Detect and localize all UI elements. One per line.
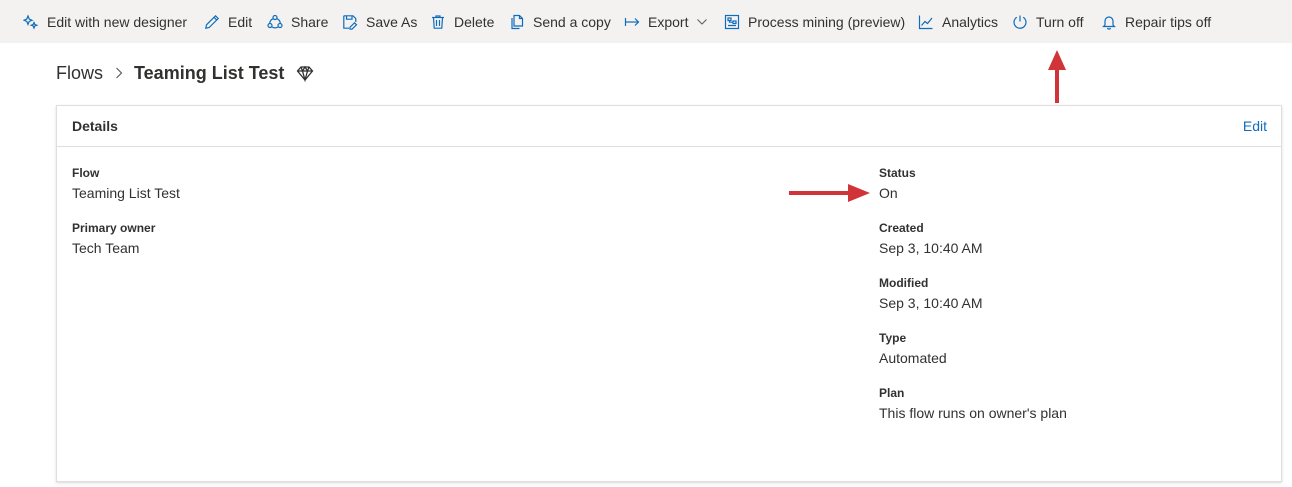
details-title: Details	[72, 118, 118, 134]
repair-tips-off-button[interactable]: Repair tips off	[1101, 0, 1211, 43]
trash-icon	[432, 14, 444, 29]
turn-off-button[interactable]: Turn off	[1012, 0, 1083, 43]
plan-value: This flow runs on owner's plan	[879, 405, 1067, 421]
analytics-label: Analytics	[942, 13, 999, 30]
save-as-icon	[343, 14, 358, 30]
process-mining-button[interactable]: Process mining (preview)	[724, 0, 905, 43]
annotation-arrow-up	[1048, 50, 1066, 103]
edit-with-new-designer-label: Edit with new designer	[47, 13, 188, 30]
save-as-button[interactable]: Save As	[342, 0, 417, 43]
page-title: Teaming List Test	[134, 62, 285, 83]
share-people-icon	[267, 14, 283, 28]
chevron-right-icon	[116, 67, 123, 79]
modified-value: Sep 3, 10:40 AM	[879, 295, 983, 311]
created-label: Created	[879, 221, 924, 235]
edit-label: Edit	[228, 13, 253, 30]
type-field: Type Automated	[879, 330, 947, 368]
modified-label: Modified	[879, 276, 929, 290]
primary-owner-label: Primary owner	[72, 221, 156, 235]
flow-field-label: Flow	[72, 166, 100, 180]
status-field: Status On	[879, 165, 916, 203]
details-edit-link[interactable]: Edit	[1243, 118, 1267, 134]
diamond-icon	[297, 65, 314, 82]
analytics-button[interactable]: Analytics	[918, 0, 998, 43]
turn-off-label: Turn off	[1036, 13, 1084, 30]
details-card-header: Details Edit	[57, 106, 1281, 147]
edit-button[interactable]: Edit	[204, 0, 252, 43]
share-button[interactable]: Share	[267, 0, 328, 43]
bell-icon	[1102, 15, 1116, 30]
export-arrow-icon	[624, 17, 640, 26]
command-bar: Edit with new designer Edit Share Save A…	[0, 0, 1292, 43]
plan-field: Plan This flow runs on owner's plan	[879, 385, 1067, 423]
send-a-copy-label: Send a copy	[533, 13, 611, 30]
share-label: Share	[291, 13, 329, 30]
type-value: Automated	[879, 350, 947, 366]
type-label: Type	[879, 331, 907, 345]
pencil-icon	[205, 14, 220, 29]
created-field: Created Sep 3, 10:40 AM	[879, 220, 983, 258]
delete-button[interactable]: Delete	[430, 0, 494, 43]
save-as-label: Save As	[366, 13, 418, 30]
copy-icon	[511, 14, 524, 29]
primary-owner-field: Primary owner Tech Team	[72, 220, 155, 258]
power-icon	[1013, 15, 1027, 29]
plan-label: Plan	[879, 386, 905, 400]
edit-with-new-designer-button[interactable]: Edit with new designer	[23, 0, 187, 43]
status-label: Status	[879, 166, 916, 180]
export-dropdown-button[interactable]: Export	[624, 0, 708, 43]
analytics-chart-icon	[918, 15, 933, 29]
send-a-copy-button[interactable]: Send a copy	[509, 0, 611, 43]
breadcrumb-flows-link[interactable]: Flows	[56, 63, 103, 84]
created-value: Sep 3, 10:40 AM	[879, 240, 983, 256]
export-label: Export	[648, 13, 689, 30]
details-card: Details Edit Flow Teaming List Test Prim…	[56, 105, 1282, 482]
breadcrumb: Flows Teaming List Test	[56, 58, 314, 88]
primary-owner-value: Tech Team	[72, 240, 140, 256]
repair-tips-off-label: Repair tips off	[1125, 13, 1212, 30]
status-value: On	[879, 185, 898, 201]
process-mining-label: Process mining (preview)	[748, 13, 906, 30]
annotation-arrow-right	[789, 184, 870, 202]
delete-label: Delete	[454, 13, 495, 30]
flow-field: Flow Teaming List Test	[72, 165, 180, 203]
designer-sparkle-icon	[23, 13, 39, 30]
process-mining-icon	[724, 14, 740, 29]
flow-field-value: Teaming List Test	[72, 185, 180, 201]
chevron-down-icon	[697, 18, 708, 25]
modified-field: Modified Sep 3, 10:40 AM	[879, 275, 983, 313]
